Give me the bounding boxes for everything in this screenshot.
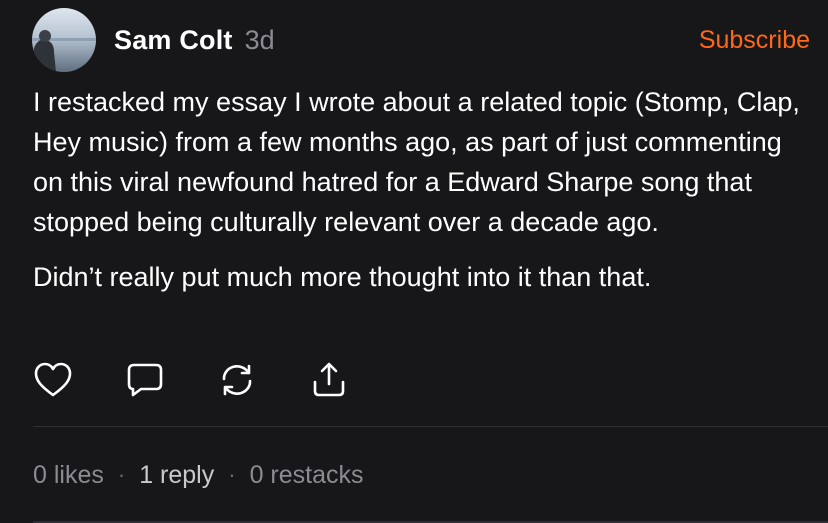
likes-count[interactable]: 0 likes	[33, 461, 104, 490]
share-icon	[310, 362, 348, 398]
post-timestamp: 3d	[244, 24, 275, 55]
restack-icon	[218, 362, 256, 398]
restack-button[interactable]	[217, 360, 257, 400]
avatar[interactable]	[32, 8, 96, 72]
stats-separator: ·	[228, 462, 236, 487]
comment-button[interactable]	[125, 360, 165, 400]
comment-icon	[126, 362, 164, 398]
share-button[interactable]	[309, 360, 349, 400]
post-header: Sam Colt 3d Subscribe	[32, 8, 810, 72]
restacks-count[interactable]: 0 restacks	[250, 461, 364, 490]
author-name[interactable]: Sam Colt	[114, 25, 233, 56]
action-bar	[33, 360, 401, 400]
post-paragraph: I restacked my essay I wrote about a rel…	[33, 87, 800, 237]
heart-icon	[34, 362, 72, 398]
post-body: I restacked my essay I wrote about a rel…	[33, 82, 803, 297]
post-paragraph: Didn’t really put much more thought into…	[33, 262, 652, 292]
subscribe-button[interactable]: Subscribe	[699, 26, 810, 55]
replies-count[interactable]: 1 reply	[139, 461, 214, 490]
stats-separator: ·	[117, 462, 126, 487]
divider	[33, 426, 828, 427]
post-stats: 0 likes · 1 reply · 0 restacks	[33, 455, 364, 495]
like-button[interactable]	[33, 360, 73, 400]
